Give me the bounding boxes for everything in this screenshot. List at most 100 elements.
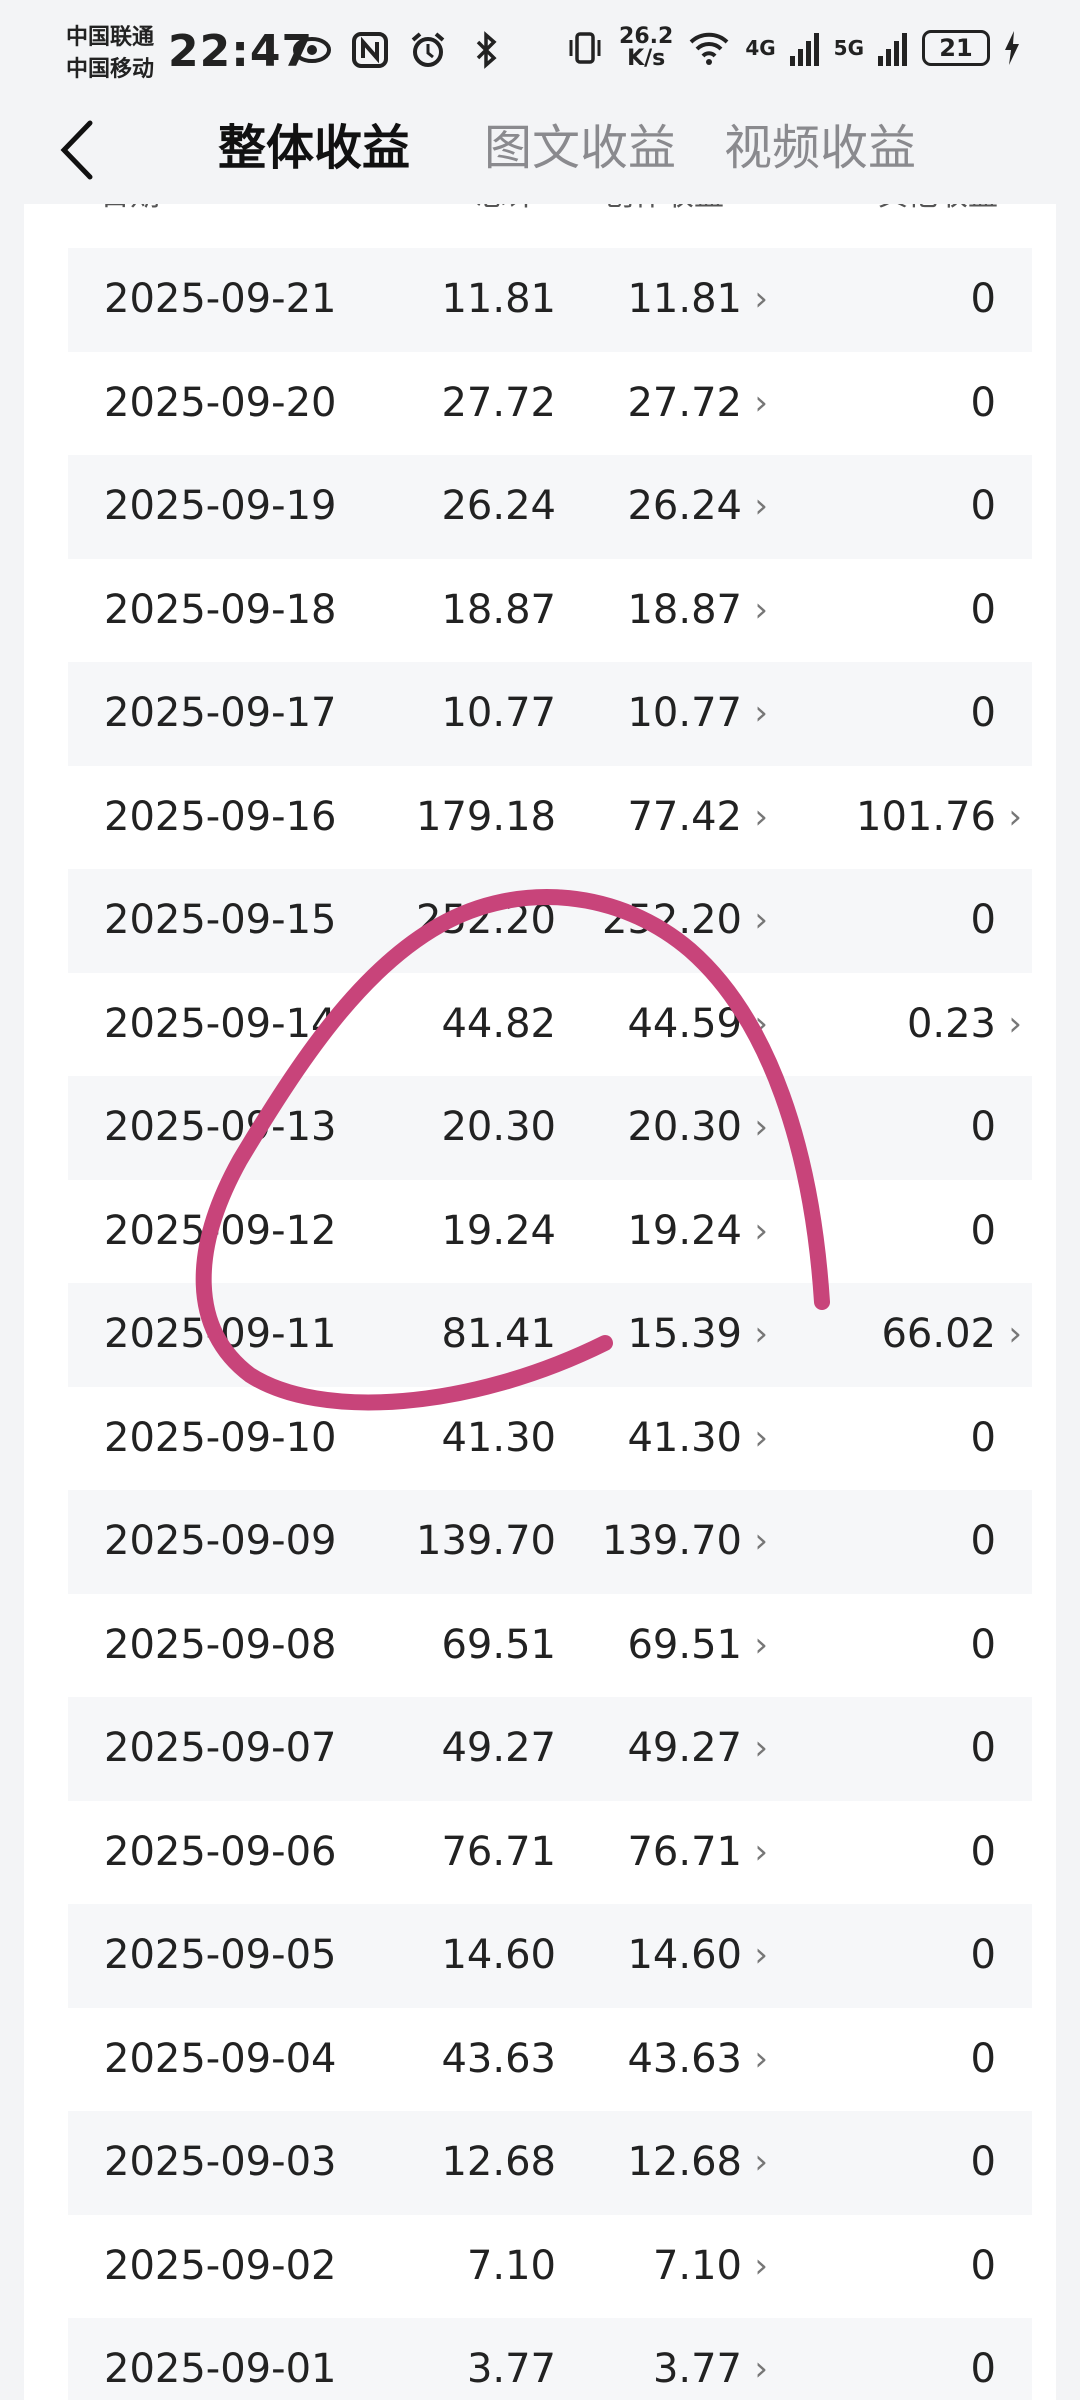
chevron-right-icon[interactable]: › xyxy=(754,1283,768,1387)
chevron-right-icon[interactable]: › xyxy=(754,973,768,1077)
chevron-right-icon[interactable]: › xyxy=(1008,973,1022,1077)
row-other: 0 xyxy=(970,2139,996,2185)
table-row[interactable]: 2025-09-21 11.81 11.81 0 › xyxy=(68,248,1032,352)
table-row[interactable]: 2025-09-12 19.24 19.24 0 › xyxy=(68,1180,1032,1284)
col-total: 总计 xyxy=(476,204,536,214)
row-creation: 49.27 xyxy=(627,1725,742,1771)
row-creation: 3.77 xyxy=(652,2346,742,2392)
status-icons xyxy=(292,30,506,70)
row-total: 179.18 xyxy=(416,793,556,840)
table-row[interactable]: 2025-09-14 44.82 44.59 0.23 › › xyxy=(68,973,1032,1077)
row-total: 18.87 xyxy=(441,586,556,633)
chevron-right-icon[interactable]: › xyxy=(754,2008,768,2112)
tab-video[interactable]: 视频收益 xyxy=(724,112,916,184)
row-creation: 69.51 xyxy=(627,1621,742,1668)
table-row[interactable]: 2025-09-17 10.77 10.77 0 › xyxy=(68,662,1032,766)
table-row[interactable]: 2025-09-19 26.24 26.24 0 › xyxy=(68,455,1032,559)
row-creation: 12.68 xyxy=(627,2139,742,2185)
wifi-icon xyxy=(689,32,729,65)
eye-icon xyxy=(293,37,331,63)
chevron-right-icon[interactable]: › xyxy=(754,1697,768,1801)
table-row[interactable]: 2025-09-05 14.60 14.60 0 › xyxy=(68,1904,1032,2008)
row-other: 0 xyxy=(970,1414,996,1461)
table-row[interactable]: 2025-09-03 12.68 12.68 0 › xyxy=(68,2111,1032,2215)
chevron-right-icon[interactable]: › xyxy=(754,662,768,766)
row-total: 81.41 xyxy=(441,1311,556,1357)
carrier-1: 中国联通 xyxy=(66,25,155,50)
table-row[interactable]: 2025-09-07 49.27 49.27 0 › xyxy=(68,1697,1032,1801)
table-row[interactable]: 2025-09-16 179.18 77.42 101.76 › › xyxy=(68,766,1032,870)
chevron-right-icon[interactable]: › xyxy=(754,1904,768,2008)
table-row[interactable]: 2025-09-13 20.30 20.30 0 › xyxy=(68,1076,1032,1180)
tab-overall[interactable]: 整体收益 xyxy=(218,112,410,184)
table-row[interactable]: 2025-09-01 3.77 3.77 0 › xyxy=(68,2318,1032,2400)
table-row[interactable]: 2025-09-18 18.87 18.87 0 › xyxy=(68,559,1032,663)
row-other: 0 xyxy=(970,1828,996,1875)
row-date: 2025-09-03 xyxy=(104,2139,337,2185)
row-other: 0 xyxy=(970,1104,996,1150)
row-other: 0 xyxy=(970,483,996,529)
chevron-right-icon[interactable]: › xyxy=(754,455,768,559)
row-date: 2025-09-09 xyxy=(104,1518,337,1564)
col-other: 其他收益 xyxy=(878,204,998,214)
row-date: 2025-09-13 xyxy=(104,1104,337,1150)
chevron-right-icon[interactable]: › xyxy=(754,2215,768,2319)
chevron-right-icon[interactable]: › xyxy=(1008,1283,1022,1387)
signal-2-icon xyxy=(878,33,907,66)
table-header: 日期 总计 创作收益 其他收益 xyxy=(24,204,1056,224)
row-creation: 14.60 xyxy=(627,1932,742,1978)
table-row[interactable]: 2025-09-10 41.30 41.30 0 › xyxy=(68,1387,1032,1491)
row-total: 41.30 xyxy=(441,1414,556,1461)
row-date: 2025-09-19 xyxy=(104,483,337,529)
row-total: 12.68 xyxy=(441,2139,556,2185)
chevron-right-icon[interactable]: › xyxy=(754,352,768,456)
chevron-right-icon[interactable]: › xyxy=(754,1076,768,1180)
table-row[interactable]: 2025-09-15 252.20 252.20 0 › xyxy=(68,869,1032,973)
row-creation: 15.39 xyxy=(627,1311,742,1357)
row-other: 0 xyxy=(970,586,996,633)
vibrate-icon xyxy=(569,32,601,64)
chevron-right-icon[interactable]: › xyxy=(754,1387,768,1491)
chevron-right-icon[interactable]: › xyxy=(754,2111,768,2215)
row-creation: 19.24 xyxy=(627,1207,742,1254)
row-creation: 252.20 xyxy=(602,897,742,943)
row-creation: 43.63 xyxy=(627,2035,742,2082)
chevron-right-icon[interactable]: › xyxy=(754,1490,768,1594)
table-body: 2025-09-21 11.81 11.81 0 › 2025-09-20 27.72 27.… xyxy=(68,248,1032,2400)
row-total: 20.30 xyxy=(441,1104,556,1150)
tab-article[interactable]: 图文收益 xyxy=(484,112,676,184)
table-row[interactable]: 2025-09-04 43.63 43.63 0 › xyxy=(68,2008,1032,2112)
carrier-2: 中国移动 xyxy=(66,57,155,82)
chevron-right-icon[interactable]: › xyxy=(754,248,768,352)
chevron-right-icon[interactable]: › xyxy=(754,1594,768,1698)
charging-icon xyxy=(1005,31,1019,65)
signal-1-icon xyxy=(789,33,819,66)
alarm-icon xyxy=(411,32,445,67)
row-other: 0 xyxy=(970,2035,996,2082)
row-other: 0.23 xyxy=(906,1000,996,1047)
chevron-right-icon[interactable]: › xyxy=(754,2318,768,2400)
table-row[interactable]: 2025-09-09 139.70 139.70 0 › xyxy=(68,1490,1032,1594)
table-row[interactable]: 2025-09-08 69.51 69.51 0 › xyxy=(68,1594,1032,1698)
row-other: 0 xyxy=(970,897,996,943)
row-date: 2025-09-11 xyxy=(104,1311,337,1357)
row-date: 2025-09-16 xyxy=(104,793,337,840)
row-total: 26.24 xyxy=(441,483,556,529)
chevron-right-icon[interactable]: › xyxy=(754,1180,768,1284)
row-other: 0 xyxy=(970,1621,996,1668)
table-row[interactable]: 2025-09-11 81.41 15.39 66.02 › › xyxy=(68,1283,1032,1387)
table-row[interactable]: 2025-09-06 76.71 76.71 0 › xyxy=(68,1801,1032,1905)
row-creation: 20.30 xyxy=(627,1104,742,1150)
row-total: 11.81 xyxy=(441,276,556,322)
chevron-right-icon[interactable]: › xyxy=(754,766,768,870)
row-creation: 18.87 xyxy=(627,586,742,633)
row-total: 139.70 xyxy=(416,1518,556,1564)
chevron-right-icon[interactable]: › xyxy=(1008,766,1022,870)
chevron-right-icon[interactable]: › xyxy=(754,559,768,663)
table-row[interactable]: 2025-09-20 27.72 27.72 0 › xyxy=(68,352,1032,456)
chevron-right-icon[interactable]: › xyxy=(754,869,768,973)
table-row[interactable]: 2025-09-02 7.10 7.10 0 › xyxy=(68,2215,1032,2319)
back-button[interactable] xyxy=(44,118,108,182)
battery-icon: 21 xyxy=(922,30,990,66)
chevron-right-icon[interactable]: › xyxy=(754,1801,768,1905)
